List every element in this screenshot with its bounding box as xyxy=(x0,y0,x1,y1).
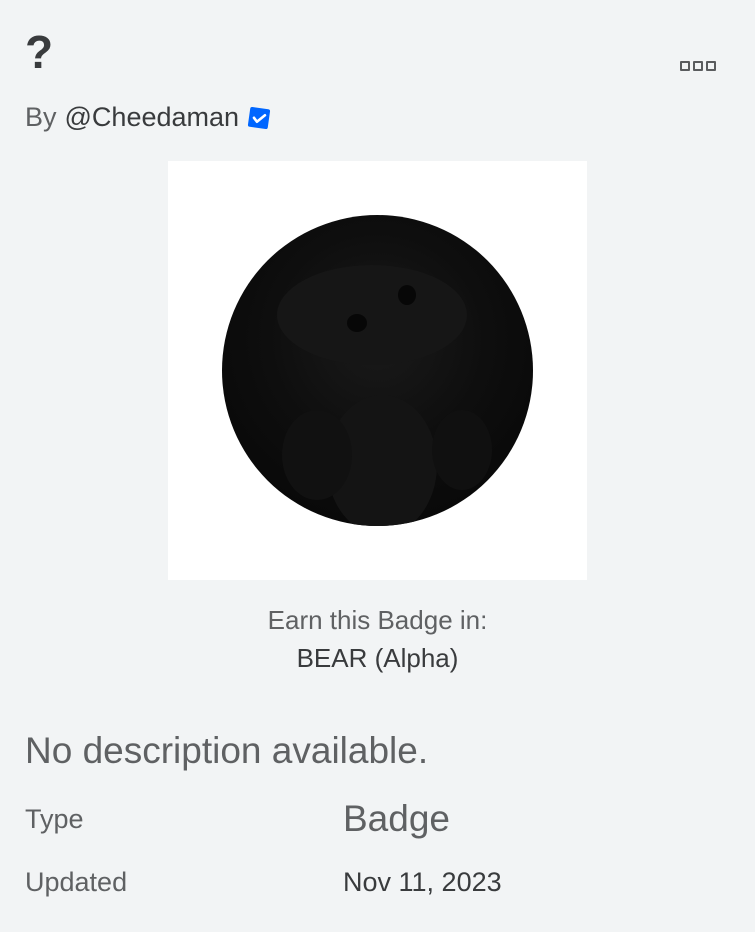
badge-thumbnail-frame xyxy=(168,161,587,580)
type-value: Badge xyxy=(343,798,450,839)
type-label: Type xyxy=(25,804,84,834)
updated-label: Updated xyxy=(25,867,128,897)
more-options-icon xyxy=(680,61,690,71)
badge-image xyxy=(222,215,533,526)
more-options-button[interactable] xyxy=(676,54,720,78)
badge-title: ? xyxy=(25,26,54,78)
more-options-dot xyxy=(693,61,703,71)
creator-link[interactable]: @Cheedaman xyxy=(65,100,240,134)
game-link[interactable]: BEAR (Alpha) xyxy=(0,641,755,675)
by-label: By xyxy=(25,102,57,132)
verified-check-icon xyxy=(246,105,272,131)
earn-badge-label: Earn this Badge in: xyxy=(267,605,488,635)
more-options-dot xyxy=(706,61,716,71)
creator-line: By @Cheedaman xyxy=(25,100,272,134)
updated-value: Nov 11, 2023 xyxy=(343,867,502,897)
badge-description: No description available. xyxy=(25,730,429,771)
